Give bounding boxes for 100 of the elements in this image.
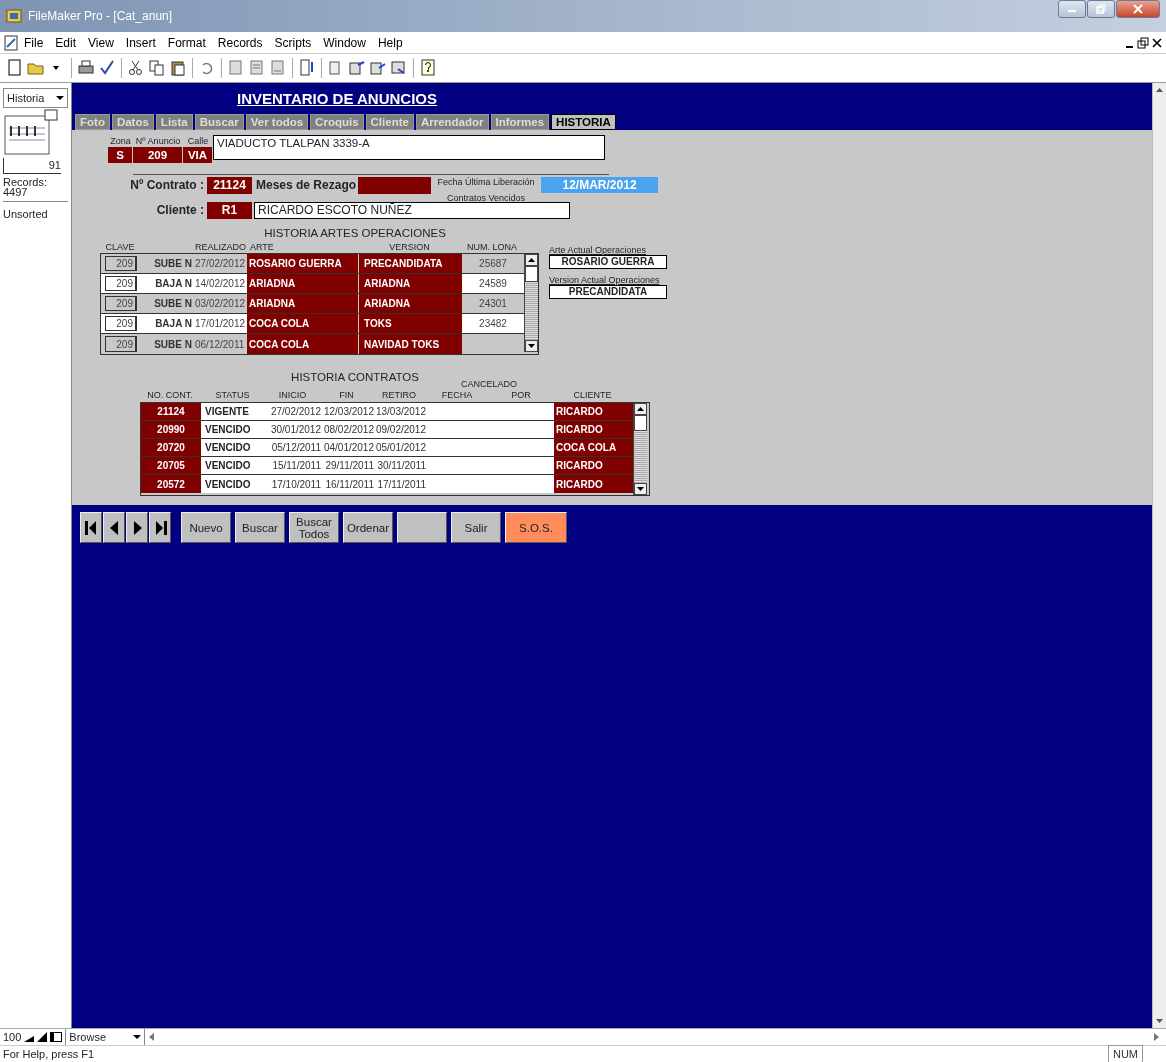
scrollbar[interactable]	[1152, 83, 1166, 1028]
column-header: STATUS	[214, 388, 251, 402]
mode-dropdown[interactable]: Browse	[65, 1028, 146, 1046]
table-cell-text: 17/01/2012	[195, 317, 247, 332]
table-cell-text: VIGENTE	[204, 405, 250, 419]
table-cell-text: 27/02/2012	[269, 405, 321, 419]
restore-icon[interactable]	[1137, 36, 1150, 49]
export-icon[interactable]	[369, 59, 387, 77]
table-cell: NAVIDAD TOKS	[359, 334, 462, 355]
column-header: NO. CONT.	[146, 388, 194, 402]
column-header: CLIENTE	[572, 388, 613, 402]
maximize-button[interactable]	[1087, 0, 1115, 18]
nav-button[interactable]	[149, 512, 171, 543]
client-code: R1	[207, 202, 252, 219]
field-label: Meses de Rezago	[256, 177, 358, 194]
status-text: For Help, press F1	[3, 1046, 95, 1062]
menu-item[interactable]: Edit	[49, 33, 83, 52]
button[interactable]: Ordenar	[343, 512, 393, 543]
close-button[interactable]	[1116, 0, 1160, 18]
cut-icon[interactable]	[127, 59, 145, 77]
paste-icon[interactable]	[169, 59, 187, 77]
table-cell: RICARDO	[554, 421, 633, 438]
contract-number: 21124	[207, 177, 252, 194]
table-cell: 209	[105, 336, 137, 353]
button[interactable]: S.O.S.	[505, 512, 567, 543]
scroll-down-icon[interactable]	[525, 340, 538, 353]
blank-button[interactable]	[397, 512, 447, 543]
scroll-thumb[interactable]	[634, 415, 647, 431]
zoom-in-icon[interactable]	[37, 1032, 48, 1042]
close-icon[interactable]	[1152, 36, 1162, 49]
document-icon[interactable]	[4, 34, 18, 51]
column-header: FIN	[338, 388, 355, 402]
minimize-button[interactable]	[1058, 0, 1086, 18]
app-icon	[6, 8, 22, 24]
menu-item[interactable]: Records	[211, 33, 269, 52]
layout-dropdown[interactable]: Historia	[3, 88, 68, 108]
spellcheck-icon[interactable]	[98, 59, 116, 77]
column-header: POR	[510, 388, 532, 402]
tab[interactable]: HISTORIA	[551, 114, 616, 130]
copy-icon[interactable]	[148, 59, 166, 77]
menu-item[interactable]: Help	[371, 33, 409, 52]
book-icon[interactable]	[3, 108, 59, 158]
table-cell-text: 30/01/2012	[269, 423, 321, 437]
import-icon[interactable]	[348, 59, 366, 77]
table-cell: 209	[105, 256, 137, 272]
table-cell-text: 24589	[478, 277, 508, 292]
column-header: RETIRO	[381, 388, 417, 402]
button[interactable]: Nuevo	[181, 512, 231, 543]
field-value: 209	[133, 147, 182, 163]
table-cell: RICARDO	[554, 457, 633, 474]
field-label: Nº Contrato :	[129, 177, 205, 194]
button[interactable]: Buscar Todos	[289, 512, 339, 543]
scrollbar[interactable]	[524, 254, 538, 353]
menu-item[interactable]: View	[82, 33, 120, 52]
scroll-right-icon[interactable]	[1152, 1032, 1160, 1042]
scroll-thumb[interactable]	[525, 266, 538, 283]
new-document-icon[interactable]	[6, 59, 24, 77]
section-title: HISTORIA ARTES OPERACIONES	[264, 227, 446, 239]
button[interactable]: Buscar	[235, 512, 285, 543]
menu-item[interactable]: Format	[161, 33, 212, 52]
scroll-down-icon[interactable]	[634, 483, 647, 495]
nav-button[interactable]	[126, 512, 148, 543]
menu-item[interactable]: Window	[317, 33, 372, 52]
button[interactable]: Salir	[451, 512, 501, 543]
table-cell: 209	[105, 316, 137, 332]
scroll-up-icon[interactable]	[525, 254, 538, 267]
preview-icon[interactable]	[390, 59, 408, 77]
zoom-level[interactable]: 100	[3, 1028, 22, 1046]
menu-item[interactable]: Insert	[119, 33, 162, 52]
scroll-up-icon[interactable]	[634, 403, 647, 415]
table-cell-text: 09/02/2012	[374, 423, 426, 437]
table-cell-text: 08/02/2012	[322, 423, 374, 437]
current-version-field: PRECANDIDATA	[549, 285, 667, 300]
column-header: VERSION	[388, 242, 431, 254]
print-icon[interactable]	[77, 59, 95, 77]
records-count: 4497	[3, 187, 29, 197]
menu-item[interactable]: File	[18, 33, 50, 52]
field-label: Zona	[109, 135, 132, 147]
column-header: NUM. LONA	[466, 242, 518, 254]
table-cell: ARIADNA	[247, 274, 359, 294]
layout-title: INVENTARIO DE ANUNCIOS	[237, 90, 437, 107]
table-cell-text: SUBE N	[153, 297, 193, 312]
help-icon[interactable]	[419, 59, 437, 77]
status-area-icon[interactable]	[50, 1032, 63, 1042]
menu-item[interactable]: Scripts	[268, 33, 318, 52]
scrollbar[interactable]	[633, 403, 647, 495]
nav-button[interactable]	[80, 512, 102, 543]
field-label: Fecha Última Liberación	[437, 177, 535, 188]
table-cell: ROSARIO GUERRA	[247, 254, 359, 274]
nav-button[interactable]	[103, 512, 125, 543]
close-icon	[1133, 4, 1143, 14]
table-cell: 209	[105, 276, 137, 292]
table-cell: PRECANDIDATA	[359, 254, 462, 274]
records-label: Records:	[3, 177, 49, 187]
table-cell: ARIADNA	[359, 274, 462, 294]
table-cell: 20572	[141, 475, 201, 493]
sort-icon[interactable]	[298, 59, 316, 77]
section-title: HISTORIA CONTRATOS	[291, 371, 419, 384]
scroll-left-icon[interactable]	[148, 1032, 157, 1042]
table-cell: ARIADNA	[247, 294, 359, 314]
